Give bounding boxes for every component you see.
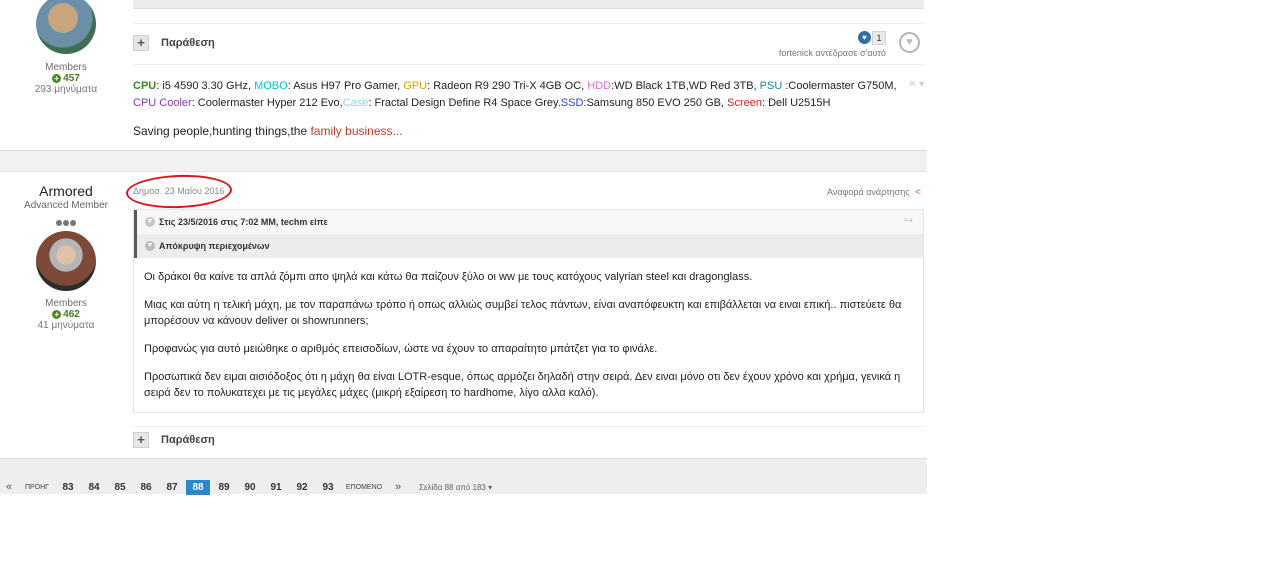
forum-topic: Members +457 293 μηνύματα + Παράθεση ♥ 1 …	[0, 0, 927, 495]
signature: CPU: i5 4590 3.30 GHz, MOBO: Asus H97 Pr…	[133, 78, 903, 112]
post-controls: + Παράθεση ♥ 1 fortenick αντέδρασε σ'αυτό…	[133, 23, 924, 65]
page-link[interactable]: 86	[135, 480, 157, 495]
page-of-text: Σελίδα 88 από 183	[419, 483, 486, 492]
rank-pip	[69, 220, 76, 226]
reaction-by[interactable]: fortenick αντέδρασε σ'αυτό	[779, 48, 886, 58]
quote-block: ▼ Στις 23/5/2016 στις 7:02 ΜΜ, techm είπ…	[133, 209, 924, 413]
sig-psu-label: PSU	[759, 80, 783, 92]
sig-cpu: : i5 4590 3.30 GHz,	[156, 80, 255, 92]
rank-pips	[55, 213, 77, 226]
go-to-quote-icon[interactable]: ↪	[904, 214, 913, 227]
sig-hdd-label: HDD	[587, 80, 612, 92]
quote-paragraph: Μιας και αύτη η τελική μάχη, με τον παρα…	[144, 299, 902, 327]
post-controls: + Παράθεση	[133, 426, 924, 453]
sig-hdd: :WD Black 1TB,WD Red 3TB,	[611, 80, 760, 92]
sig-cooler: : Coolermaster Hyper 212 Evo,	[191, 97, 343, 109]
share-icon[interactable]: <	[915, 187, 921, 198]
page-link[interactable]: 91	[265, 480, 287, 495]
sig-gpu-label: GPU	[403, 80, 428, 92]
post: Members +457 293 μηνύματα + Παράθεση ♥ 1 …	[0, 0, 927, 151]
post-separator	[0, 151, 927, 172]
avatar[interactable]	[36, 0, 96, 54]
page-link[interactable]: 89	[213, 480, 235, 495]
quote-paragraph: Προσωπικά δεν ειμαι αισιόδοξος ότι η μάχ…	[144, 371, 901, 399]
page-link[interactable]: 87	[161, 480, 183, 495]
like-reaction-icon[interactable]: ♥	[858, 31, 871, 45]
sig-gpu: : Radeon R9 290 Tri-X 4GB OC,	[427, 80, 588, 92]
sig-screen: : Dell U2515H	[761, 97, 831, 109]
page-link[interactable]: 83	[57, 480, 79, 495]
reputation: +457	[0, 73, 132, 84]
chevron-down-icon[interactable]: ▼	[145, 241, 155, 251]
saying-link[interactable]: family business...	[310, 124, 402, 138]
sig-ssd: :Samsung 850 EVO 250 GB,	[583, 97, 728, 109]
close-icon[interactable]: ✕ ▾	[908, 79, 924, 90]
author-panel: Armored Advanced Member Members +462 41 …	[0, 172, 132, 459]
quote-plus-button[interactable]: +	[133, 35, 149, 51]
quote-link[interactable]: Παράθεση	[161, 37, 215, 49]
member-group: Members	[45, 298, 87, 309]
plus-icon: +	[52, 74, 62, 83]
reputation: +462	[0, 309, 132, 320]
caret-down-icon: ▾	[488, 483, 493, 492]
author-panel: Members +457 293 μηνύματα	[0, 0, 132, 151]
reputation-value: 457	[63, 73, 80, 84]
page-link[interactable]: 84	[83, 480, 105, 495]
page-link[interactable]: 85	[109, 480, 131, 495]
quote-paragraph: Προφανώς για αυτό μειώθηκε ο αριθμός επε…	[144, 343, 658, 355]
reaction-count[interactable]: 1	[872, 30, 886, 45]
rank-pip	[62, 220, 69, 226]
sig-cpu-label: CPU	[133, 80, 157, 92]
page-link-active[interactable]: 88	[186, 480, 210, 495]
sig-mobo: : Asus H97 Pro Gamer,	[287, 80, 404, 92]
plus-icon: +	[52, 310, 62, 319]
username[interactable]: Armored	[0, 183, 132, 199]
sig-cooler-label: CPU Cooler	[133, 97, 192, 109]
next-page-link[interactable]: ΕΠΟΜΕΝΟ	[344, 480, 384, 495]
quote-paragraph: Οι δράκοι θα καίνε τα απλά ζόμπι απο ψηλ…	[144, 271, 753, 283]
red-circle-annotation	[125, 173, 233, 210]
avatar[interactable]	[36, 231, 96, 291]
prev-page-link[interactable]: ΠΡΟΗΓ	[22, 480, 52, 495]
sig-psu: :Coolermaster G750M,	[782, 80, 897, 92]
spoiler-toggle[interactable]: ▼ Απόκρυψη περιεχομένων	[134, 234, 923, 258]
rank-pip	[55, 220, 62, 226]
signature-saying: Saving people,hunting things,the family …	[133, 124, 403, 138]
sig-ssd-label: SSD	[560, 97, 584, 109]
chevron-down-icon[interactable]: ▼	[145, 217, 155, 227]
user-title: Advanced Member	[24, 200, 108, 211]
sig-case-label: Case	[342, 97, 369, 109]
post-count: 293 μηνύματα	[34, 84, 98, 95]
page-link[interactable]: 92	[291, 480, 313, 495]
sig-screen-label: Screen	[727, 97, 762, 109]
heart-icon[interactable]: ♥	[899, 32, 920, 53]
page-link[interactable]: 93	[317, 480, 339, 495]
saying-text: Saving people,hunting things,the	[133, 124, 311, 138]
page-link[interactable]: 90	[239, 480, 261, 495]
report-post-link[interactable]: Αναφορά ανάρτησης	[827, 187, 910, 197]
last-page-icon[interactable]: »	[393, 480, 403, 495]
reputation-value: 462	[63, 309, 80, 320]
quote-link[interactable]: Παράθεση	[161, 434, 215, 446]
previous-content-strip	[133, 0, 924, 9]
quote-header[interactable]: ▼ Στις 23/5/2016 στις 7:02 ΜΜ, techm είπ…	[134, 210, 923, 234]
member-group: Members	[45, 62, 87, 73]
spoiler-label: Απόκρυψη περιεχομένων	[159, 241, 270, 251]
quote-plus-button[interactable]: +	[133, 432, 149, 448]
post-count: 41 μηνύματα	[37, 320, 95, 331]
pagination: « ΠΡΟΗΓ 83 84 85 86 87 88 89 90 91 92 93…	[0, 459, 927, 495]
first-page-icon[interactable]: «	[4, 480, 14, 495]
post: Armored Advanced Member Members +462 41 …	[0, 172, 927, 459]
reactions: ♥ 1 fortenick αντέδρασε σ'αυτό	[776, 29, 886, 59]
quote-citation: Στις 23/5/2016 στις 7:02 ΜΜ, techm είπε	[159, 217, 328, 227]
sig-mobo-label: MOBO	[254, 80, 288, 92]
page-jump-dropdown[interactable]: Σελίδα 88 από 183 ▾	[419, 480, 499, 495]
sig-case: : Fractal Design Define R4 Space Grey.	[368, 97, 561, 109]
